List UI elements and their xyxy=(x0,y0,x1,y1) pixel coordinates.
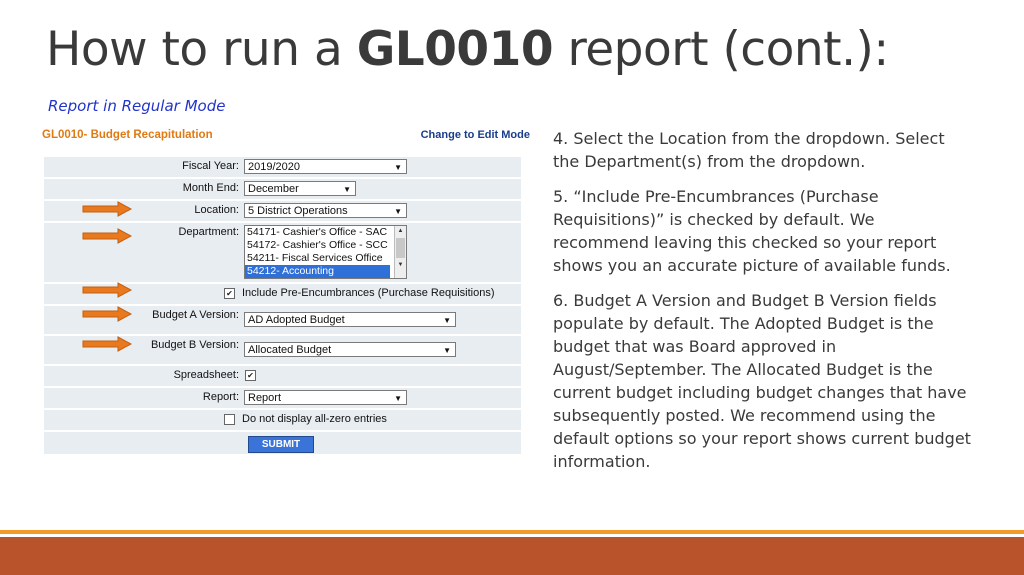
location-select[interactable]: 5 District Operations ▼ xyxy=(244,203,407,218)
budget-a-value: AD Adopted Budget xyxy=(248,314,345,326)
month-end-label: Month End: xyxy=(182,182,239,194)
scroll-down-icon[interactable]: ▼ xyxy=(395,260,406,270)
orange-right-arrow-icon xyxy=(82,336,132,352)
department-option[interactable]: 54172- Cashier's Office - SCC xyxy=(245,239,406,252)
budget-b-label: Budget B Version: xyxy=(150,339,239,351)
footer-bar xyxy=(0,537,1024,575)
fiscal-year-select[interactable]: 2019/2020 ▼ xyxy=(244,159,407,174)
slide-title: How to run a GL0010 report (cont.): xyxy=(46,22,889,77)
budget-a-select[interactable]: AD Adopted Budget ▼ xyxy=(244,312,456,327)
orange-right-arrow-icon xyxy=(82,201,132,217)
chevron-down-icon: ▼ xyxy=(443,316,451,325)
scroll-up-icon[interactable]: ▲ xyxy=(395,226,406,236)
spreadsheet-row: Spreadsheet: ✔ xyxy=(44,366,521,386)
step-4-text: 4. Select the Location from the dropdown… xyxy=(553,129,945,171)
title-report-code: GL0010 xyxy=(356,22,554,77)
department-option-selected[interactable]: 54212- Accounting xyxy=(245,265,390,278)
department-option[interactable]: 54211- Fiscal Services Office xyxy=(245,252,406,265)
department-label: Department: xyxy=(178,226,239,238)
department-option[interactable]: 54171- Cashier's Office - SAC xyxy=(245,226,406,239)
spreadsheet-checkbox[interactable]: ✔ xyxy=(245,370,256,381)
form-title: GL0010- Budget Recapitulation xyxy=(42,129,213,141)
budget-a-label: Budget A Version: xyxy=(152,309,239,321)
chevron-down-icon: ▼ xyxy=(394,207,402,216)
zero-entries-label: Do not display all-zero entries xyxy=(242,413,387,425)
chevron-down-icon: ▼ xyxy=(343,185,351,194)
location-label: Location: xyxy=(194,204,239,216)
instruction-steps: 4. Select the Location from the dropdown… xyxy=(553,127,973,485)
report-select[interactable]: Report ▼ xyxy=(244,390,407,405)
pre-encumbrances-checkbox[interactable]: ✔ xyxy=(224,288,235,299)
submit-button[interactable]: SUBMIT xyxy=(248,436,314,453)
zero-entries-row: Do not display all-zero entries xyxy=(44,410,521,430)
fiscal-year-row: Fiscal Year: 2019/2020 ▼ xyxy=(44,157,521,177)
budget-b-value: Allocated Budget xyxy=(248,344,332,356)
report-form-screenshot: GL0010- Budget Recapitulation Change to … xyxy=(40,124,532,456)
chevron-down-icon: ▼ xyxy=(394,394,402,403)
budget-b-select[interactable]: Allocated Budget ▼ xyxy=(244,342,456,357)
report-label: Report: xyxy=(202,391,239,403)
step-5-text: 5. “Include Pre-Encumbrances (Purchase R… xyxy=(553,187,951,275)
zero-entries-checkbox[interactable] xyxy=(224,414,235,425)
month-end-select[interactable]: December ▼ xyxy=(244,181,356,196)
slide-subtitle: Report in Regular Mode xyxy=(48,97,226,115)
orange-right-arrow-icon xyxy=(82,306,132,322)
location-value: 5 District Operations xyxy=(248,205,348,217)
scroll-thumb[interactable] xyxy=(396,238,405,258)
chevron-down-icon: ▼ xyxy=(443,346,451,355)
title-suffix: report (cont.): xyxy=(553,22,889,77)
chevron-down-icon: ▼ xyxy=(394,163,402,172)
month-end-value: December xyxy=(248,183,299,195)
step-6-text: 6. Budget A Version and Budget B Version… xyxy=(553,291,971,471)
orange-right-arrow-icon xyxy=(82,282,132,298)
report-value: Report xyxy=(248,392,282,404)
fiscal-year-label: Fiscal Year: xyxy=(182,160,239,172)
report-row: Report: Report ▼ xyxy=(44,388,521,408)
spreadsheet-label: Spreadsheet: xyxy=(173,369,239,381)
footer-accent-line xyxy=(0,530,1024,534)
orange-right-arrow-icon xyxy=(82,228,132,244)
fiscal-year-value: 2019/2020 xyxy=(248,161,300,173)
title-prefix: How to run a xyxy=(46,22,357,77)
listbox-scrollbar[interactable]: ▲ ▼ xyxy=(394,226,406,278)
month-end-row: Month End: December ▼ xyxy=(44,179,521,199)
pre-encumbrances-label: Include Pre-Encumbrances (Purchase Requi… xyxy=(242,287,495,299)
department-listbox[interactable]: 54171- Cashier's Office - SAC 54172- Cas… xyxy=(244,225,407,279)
change-to-edit-mode-link[interactable]: Change to Edit Mode xyxy=(421,129,530,141)
